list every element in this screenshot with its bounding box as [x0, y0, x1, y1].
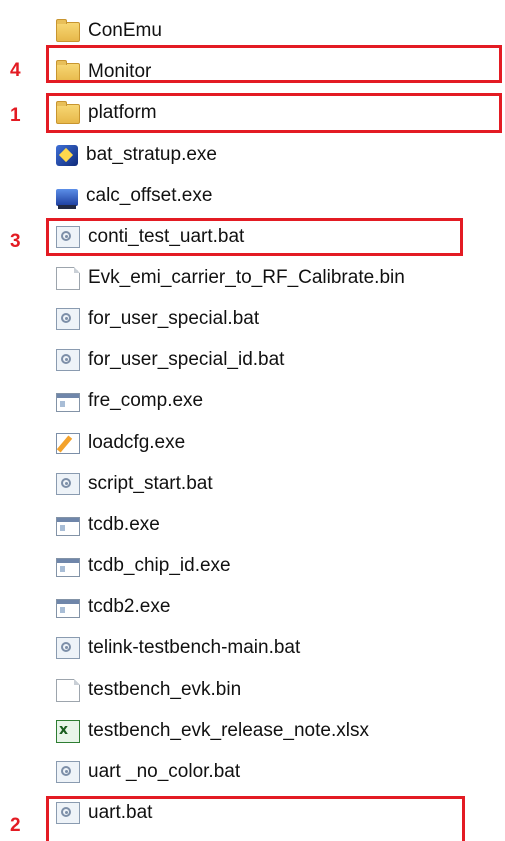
batch-file-icon: [56, 349, 80, 371]
batch-file-icon: [56, 637, 80, 659]
annotation-number: 3: [10, 231, 21, 252]
file-item-tcdb-chip-id[interactable]: tcdb_chip_id.exe: [56, 551, 231, 581]
file-item-for-user-special[interactable]: for_user_special.bat: [56, 304, 259, 334]
annotation-number: 2: [10, 815, 21, 836]
file-item-uart-no-color[interactable]: uart _no_color.bat: [56, 757, 240, 787]
file-name: uart _no_color.bat: [88, 761, 241, 782]
annotation-number: 4: [10, 60, 21, 81]
blank-file-icon: [56, 266, 80, 290]
excel-file-icon: [56, 719, 80, 743]
file-name: for_user_special_id.bat: [88, 349, 285, 370]
executable-icon: [56, 392, 80, 412]
folder-icon: [56, 19, 80, 42]
executable-icon: [56, 557, 80, 577]
file-name: tcdb_chip_id.exe: [88, 555, 231, 576]
batch-file-icon: [56, 473, 80, 495]
computer-app-icon: [56, 189, 78, 209]
file-item-release-note-xlsx[interactable]: testbench_evk_release_note.xlsx: [56, 716, 369, 746]
file-name: script_start.bat: [88, 473, 213, 494]
file-name: calc_offset.exe: [86, 185, 213, 206]
blank-file-icon: [56, 678, 80, 702]
file-item-calc-offset[interactable]: calc_offset.exe: [56, 181, 212, 211]
file-item-evk-emi-carrier[interactable]: Evk_emi_carrier_to_RF_Calibrate.bin: [56, 263, 405, 293]
file-name: testbench_evk.bin: [88, 679, 242, 700]
file-name: ConEmu: [88, 20, 162, 41]
file-name: tcdb.exe: [88, 514, 160, 535]
file-name: for_user_special.bat: [88, 308, 260, 329]
file-item-testbench-evk-bin[interactable]: testbench_evk.bin: [56, 675, 241, 705]
file-item-tcdb2[interactable]: tcdb2.exe: [56, 592, 170, 622]
file-list: ConEmu Monitor platform bat_stratup.exe …: [0, 0, 505, 841]
file-item-telink-testbench-main[interactable]: telink-testbench-main.bat: [56, 633, 300, 663]
file-name: loadcfg.exe: [88, 432, 186, 453]
annotation-number: 1: [10, 105, 21, 126]
file-item-script-start[interactable]: script_start.bat: [56, 469, 213, 499]
highlight-box-monitor: [46, 45, 502, 83]
file-item-bat-stratup[interactable]: bat_stratup.exe: [56, 140, 217, 170]
batch-file-icon: [56, 761, 80, 783]
file-name: tcdb2.exe: [88, 596, 171, 617]
application-icon: [56, 144, 78, 166]
file-name: bat_stratup.exe: [86, 144, 217, 165]
highlight-box-conti-test-uart: [46, 218, 463, 256]
file-item-loadcfg[interactable]: loadcfg.exe: [56, 428, 185, 458]
config-edit-icon: [56, 432, 80, 454]
file-name: Evk_emi_carrier_to_RF_Calibrate.bin: [88, 267, 405, 288]
folder-item-conemu[interactable]: ConEmu: [56, 16, 162, 46]
file-item-fre-comp[interactable]: fre_comp.exe: [56, 386, 203, 416]
file-name: fre_comp.exe: [88, 390, 204, 411]
file-item-for-user-special-id[interactable]: for_user_special_id.bat: [56, 345, 284, 375]
executable-icon: [56, 516, 80, 536]
file-item-tcdb[interactable]: tcdb.exe: [56, 510, 160, 540]
batch-file-icon: [56, 308, 80, 330]
executable-icon: [56, 598, 80, 618]
file-name: telink-testbench-main.bat: [88, 637, 301, 658]
highlight-box-uart: [46, 796, 465, 841]
file-name: testbench_evk_release_note.xlsx: [88, 720, 369, 741]
highlight-box-platform: [46, 93, 502, 133]
